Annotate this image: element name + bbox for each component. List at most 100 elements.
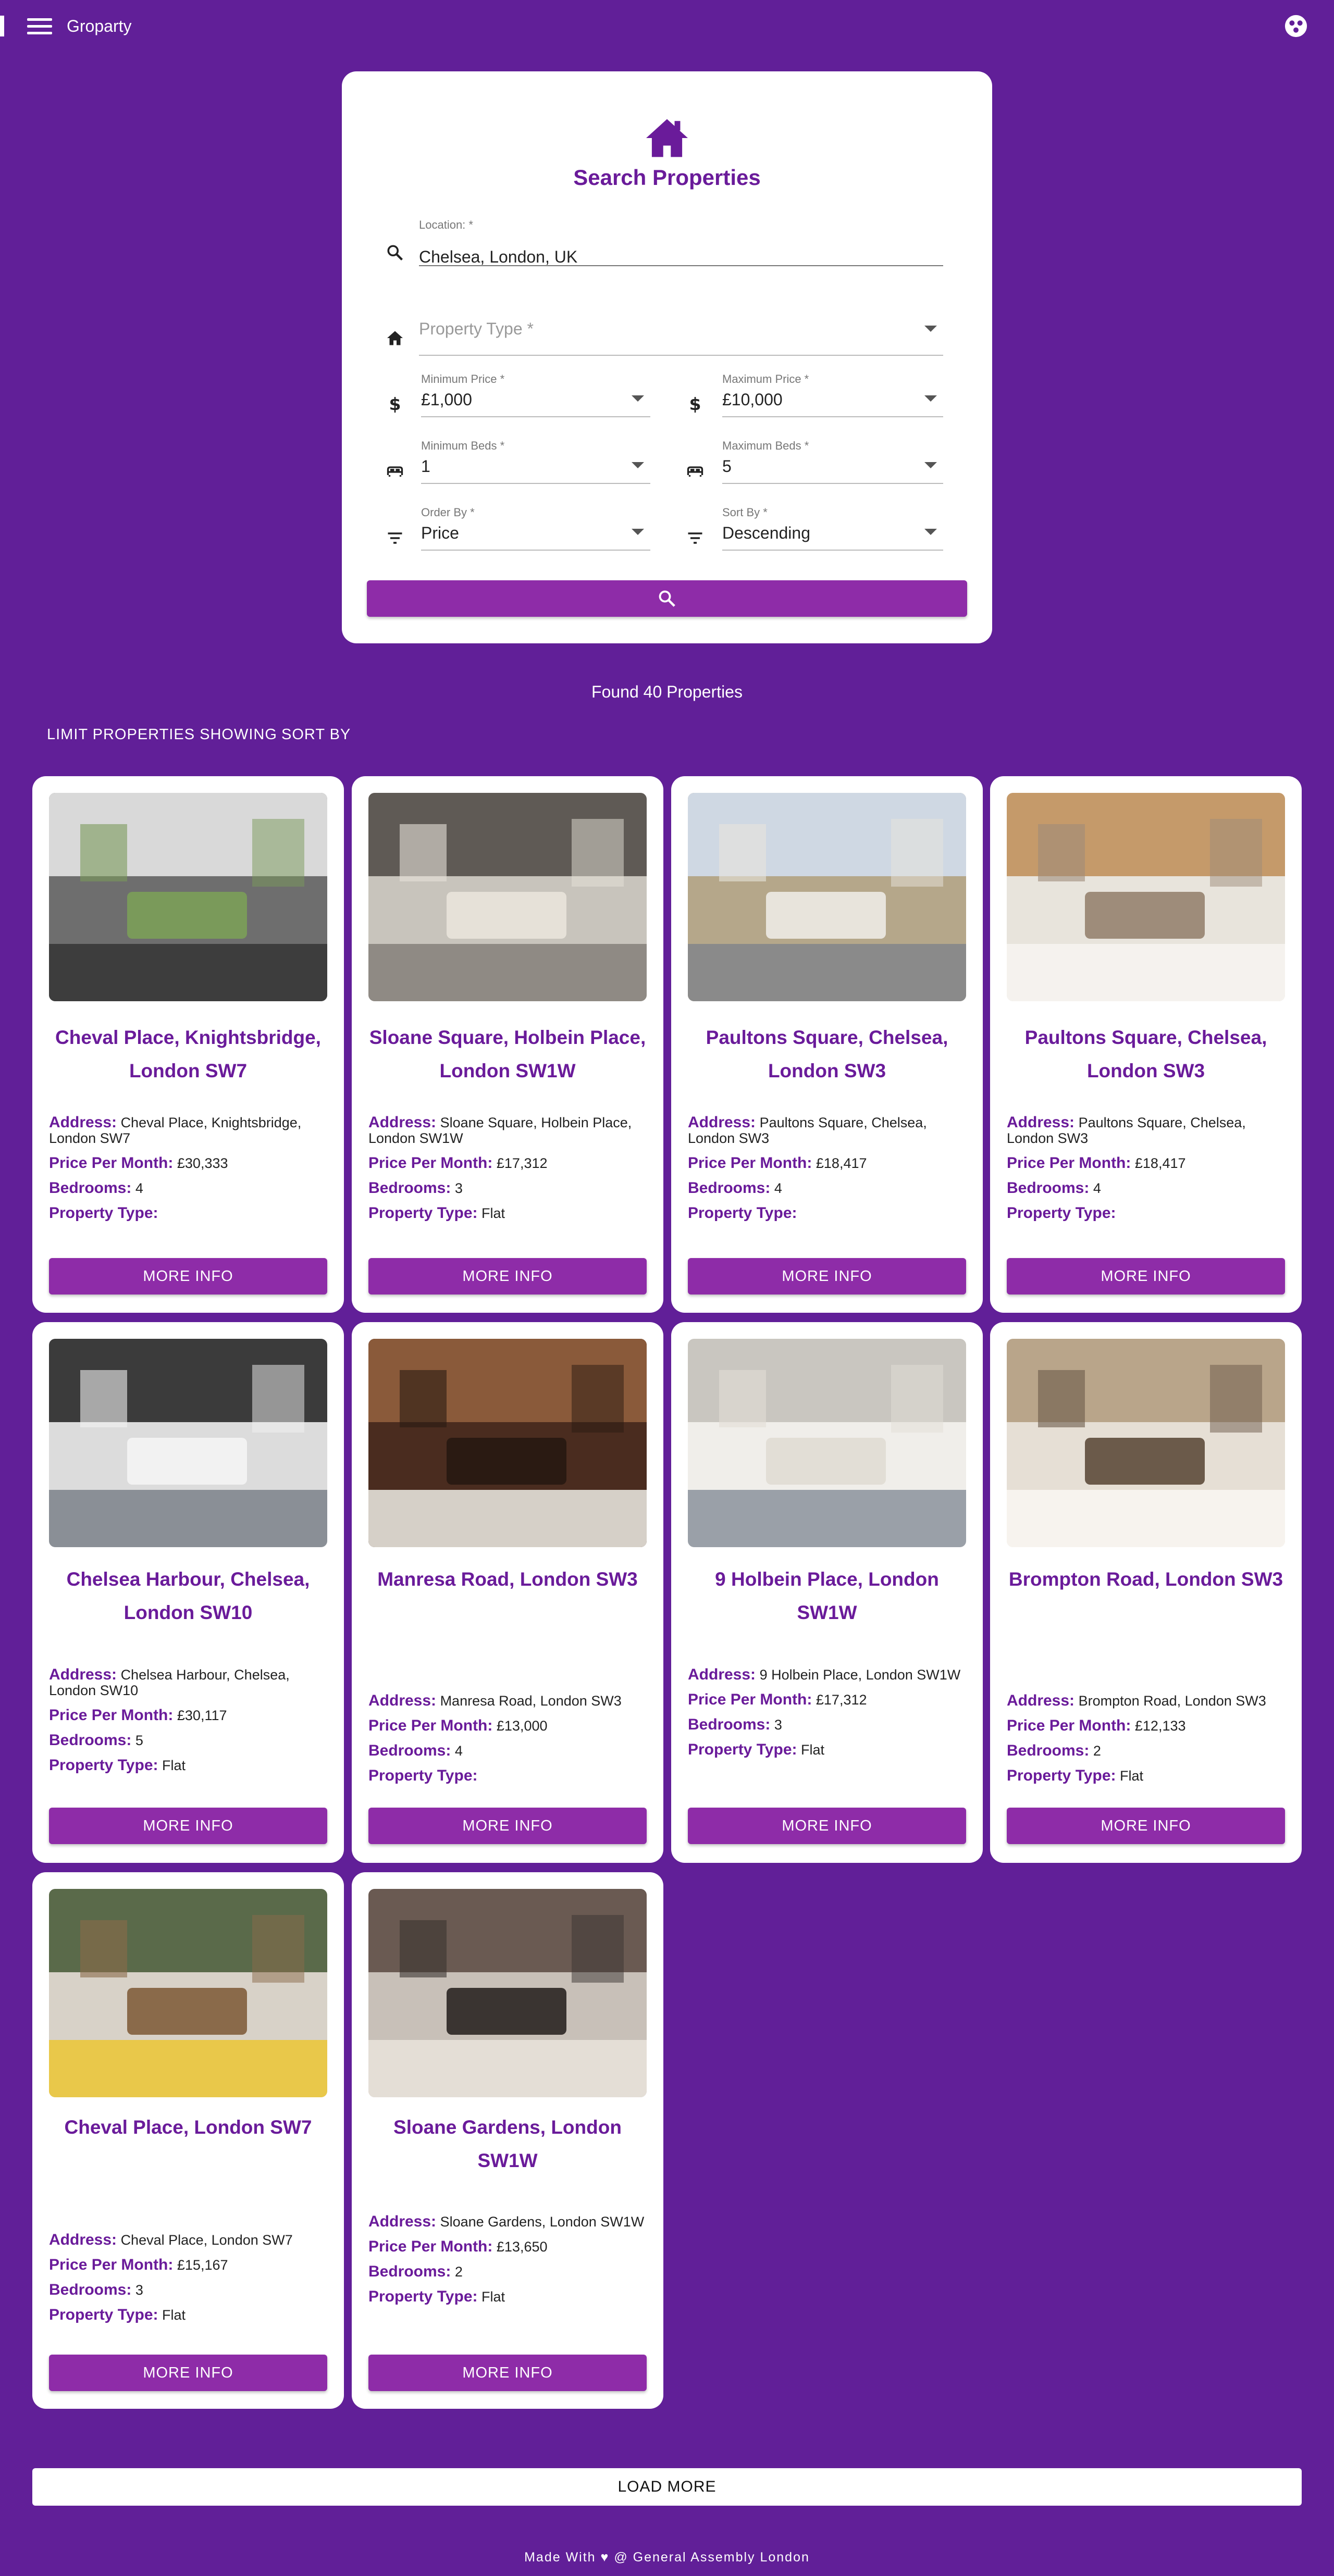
max-beds-value: 5 xyxy=(722,457,732,476)
location-field[interactable]: Location: * Chelsea, London, UK xyxy=(419,218,943,266)
limit-properties-button[interactable]: LIMIT PROPERTIES SHOWING xyxy=(47,726,277,743)
price-label: Price Per Month: xyxy=(368,1717,493,1734)
menu-icon[interactable] xyxy=(27,16,52,36)
address-row: Address: Sloane Gardens, London SW1W xyxy=(368,2214,647,2230)
property-photo[interactable] xyxy=(688,1339,966,1547)
more-info-button[interactable]: MORE INFO xyxy=(368,1258,647,1295)
bedrooms-label: Bedrooms: xyxy=(49,1732,132,1749)
price-row: Price Per Month: £13,650 xyxy=(368,2239,647,2255)
max-price-value: £10,000 xyxy=(722,390,783,409)
property-card: Sloane Square, Holbein Place, London SW1… xyxy=(352,776,663,1313)
more-info-button[interactable]: MORE INFO xyxy=(368,1808,647,1844)
property-card: Paultons Square, Chelsea, London SW3 Addr… xyxy=(990,776,1302,1313)
price-label: Price Per Month: xyxy=(1007,1717,1131,1734)
min-price-select[interactable]: Minimum Price * £1,000 xyxy=(421,372,650,417)
account-icon[interactable] xyxy=(1284,14,1308,38)
search-button[interactable] xyxy=(367,580,967,617)
address-value: Brompton Road, London SW3 xyxy=(1078,1693,1266,1709)
price-value: £12,133 xyxy=(1134,1718,1186,1734)
address-row: Address: Sloane Square, Holbein Place, L… xyxy=(368,1115,647,1147)
type-label: Property Type: xyxy=(49,2306,158,2323)
max-beds-select[interactable]: Maximum Beds * 5 xyxy=(722,439,943,484)
property-photo[interactable] xyxy=(49,1889,327,2097)
property-title: 9 Holbein Place, London SW1W xyxy=(715,1569,939,1623)
type-row: Property Type: xyxy=(49,1205,327,1221)
property-photo[interactable] xyxy=(1007,1339,1285,1547)
property-card: Chelsea Harbour, Chelsea, London SW10 Add… xyxy=(32,1322,344,1863)
bedrooms-row: Bedrooms: 3 xyxy=(49,2282,327,2298)
property-photo[interactable] xyxy=(368,1339,647,1547)
more-info-button[interactable]: MORE INFO xyxy=(688,1258,966,1295)
bedrooms-row: Bedrooms: 5 xyxy=(49,1732,327,1749)
footer-made-with: Made With xyxy=(524,2550,596,2565)
max-price-select[interactable]: Maximum Price * £10,000 xyxy=(722,372,943,417)
sort-by-select[interactable]: Sort By * Descending xyxy=(722,506,943,551)
bedrooms-value: 4 xyxy=(774,1180,782,1196)
order-by-select[interactable]: Order By * Price xyxy=(421,506,650,551)
price-row: Price Per Month: £12,133 xyxy=(1007,1718,1285,1734)
chevron-down-icon xyxy=(924,462,937,468)
property-card: Manresa Road, London SW3 Address: Manresa… xyxy=(352,1322,663,1863)
drawer-edge xyxy=(0,16,4,36)
property-photo[interactable] xyxy=(688,793,966,1001)
address-label: Address: xyxy=(49,2231,117,2248)
more-info-button[interactable]: MORE INFO xyxy=(49,1258,327,1295)
price-value: £30,117 xyxy=(177,1708,227,1723)
sort-by-button[interactable]: SORT BY xyxy=(281,726,351,743)
more-info-button[interactable]: MORE INFO xyxy=(49,2355,327,2391)
address-row: Address: Chelsea Harbour, Chelsea, Londo… xyxy=(49,1667,327,1699)
property-title: Cheval Place, London SW7 xyxy=(64,2117,312,2138)
type-label: Property Type: xyxy=(368,2288,478,2305)
address-value: Manresa Road, London SW3 xyxy=(440,1693,622,1709)
min-price-value: £1,000 xyxy=(421,390,472,409)
search-form-card: Search Properties Location: * Chelsea, L… xyxy=(342,71,992,643)
footer-credit: @ General Assembly London xyxy=(614,2550,810,2565)
bedrooms-label: Bedrooms: xyxy=(1007,1742,1090,1759)
type-row: Property Type: Flat xyxy=(368,2289,647,2305)
type-label: Property Type: xyxy=(688,1741,797,1758)
property-type-select[interactable]: Property Type * xyxy=(419,319,943,356)
price-value: £18,417 xyxy=(816,1155,867,1171)
property-type-placeholder: Property Type * xyxy=(419,319,534,338)
type-row: Property Type: Flat xyxy=(688,1742,966,1758)
property-details: Address: Manresa Road, London SW3 Price P… xyxy=(368,1693,647,1793)
property-details: Address: Paultons Square, Chelsea, Londo… xyxy=(1007,1115,1285,1230)
property-photo[interactable] xyxy=(1007,793,1285,1001)
more-info-button[interactable]: MORE INFO xyxy=(368,2355,647,2391)
property-image xyxy=(49,793,327,1001)
min-beds-select[interactable]: Minimum Beds * 1 xyxy=(421,439,650,484)
type-value: Flat xyxy=(162,1758,186,1773)
type-row: Property Type: xyxy=(1007,1205,1285,1221)
property-image xyxy=(1007,793,1285,1001)
property-details: Address: Chelsea Harbour, Chelsea, Londo… xyxy=(49,1667,327,1783)
type-row: Property Type: Flat xyxy=(368,1205,647,1222)
bedrooms-value: 2 xyxy=(1093,1743,1101,1759)
bedrooms-value: 4 xyxy=(135,1180,143,1196)
address-value: Sloane Gardens, London SW1W xyxy=(440,2214,645,2230)
property-details: Address: Sloane Square, Holbein Place, L… xyxy=(368,1115,647,1230)
location-value[interactable]: Chelsea, London, UK xyxy=(419,247,577,267)
more-info-button[interactable]: MORE INFO xyxy=(1007,1258,1285,1295)
price-value: £17,312 xyxy=(496,1155,548,1171)
bedrooms-label: Bedrooms: xyxy=(368,1179,451,1197)
more-info-button[interactable]: MORE INFO xyxy=(1007,1808,1285,1844)
chevron-down-icon xyxy=(924,395,937,402)
bedrooms-row: Bedrooms: 2 xyxy=(368,2264,647,2280)
property-photo[interactable] xyxy=(49,1339,327,1547)
chevron-down-icon xyxy=(632,395,644,402)
property-photo[interactable] xyxy=(368,793,647,1001)
price-label: Price Per Month: xyxy=(688,1691,812,1708)
chevron-down-icon xyxy=(632,529,644,535)
more-info-button[interactable]: MORE INFO xyxy=(49,1808,327,1844)
property-photo[interactable] xyxy=(368,1889,647,2097)
type-label: Property Type: xyxy=(1007,1767,1116,1784)
property-photo[interactable] xyxy=(49,793,327,1001)
load-more-button[interactable]: LOAD MORE xyxy=(32,2468,1302,2506)
type-row: Property Type: Flat xyxy=(1007,1768,1285,1784)
more-info-button[interactable]: MORE INFO xyxy=(688,1808,966,1844)
property-image xyxy=(688,1339,966,1547)
bedrooms-label: Bedrooms: xyxy=(688,1716,771,1733)
property-image xyxy=(1007,1339,1285,1547)
type-row: Property Type: Flat xyxy=(49,2307,327,2323)
property-image xyxy=(368,793,647,1001)
